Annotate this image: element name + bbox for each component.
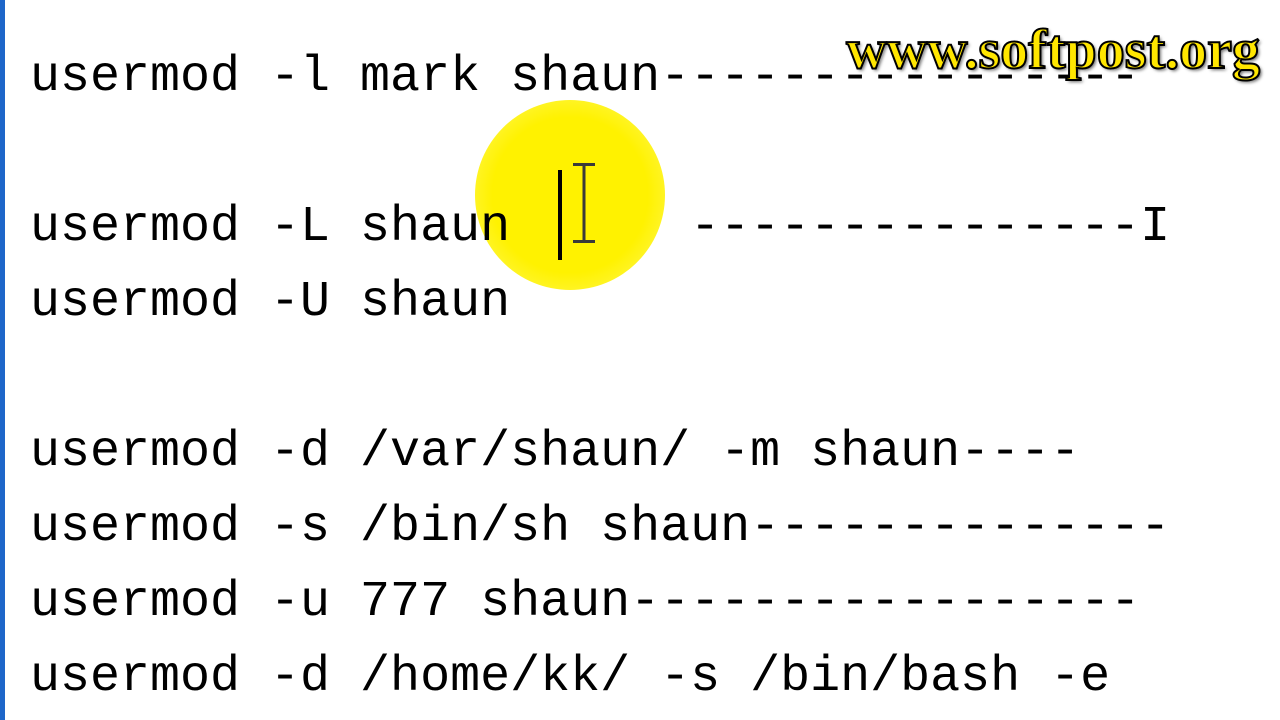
watermark-text: www.softpost.org (846, 18, 1260, 82)
document-viewport: www.softpost.org usermod -l mark shaun -… (0, 0, 1280, 720)
dash-text: ---------------I (690, 203, 1170, 253)
cmd-text: usermod -u 777 shaun (30, 578, 630, 628)
blank-line (30, 115, 1280, 190)
dash-text: -------------- (750, 503, 1170, 553)
cmd-text: usermod -d /var/shaun/ -m shaun (30, 428, 960, 478)
cmd-text: usermod -L shaun (30, 203, 510, 253)
code-line-7: usermod -d /home/kk/ -s /bin/bash -e (30, 640, 1280, 715)
code-line-5: usermod -s /bin/sh shaun -------------- (30, 490, 1280, 565)
cmd-text: usermod -U shaun (30, 278, 510, 328)
cmd-text: usermod -l mark shaun (30, 53, 660, 103)
ibeam-cursor-icon (573, 155, 595, 250)
code-line-3: usermod -U shaun (30, 265, 1280, 340)
text-content[interactable]: usermod -l mark shaun ---------------- u… (30, 40, 1280, 715)
cmd-text: usermod -d /home/kk/ -s /bin/bash -e (30, 653, 1110, 703)
text-caret (558, 170, 562, 260)
cmd-text: usermod -s /bin/sh shaun (30, 503, 750, 553)
dash-text: ---- (960, 428, 1080, 478)
blank-line (30, 340, 1280, 415)
code-line-6: usermod -u 777 shaun ----------------- (30, 565, 1280, 640)
code-line-4: usermod -d /var/shaun/ -m shaun ---- (30, 415, 1280, 490)
dash-text: ----------------- (630, 578, 1140, 628)
code-line-2: usermod -L shaun ---------------I (30, 190, 1280, 265)
